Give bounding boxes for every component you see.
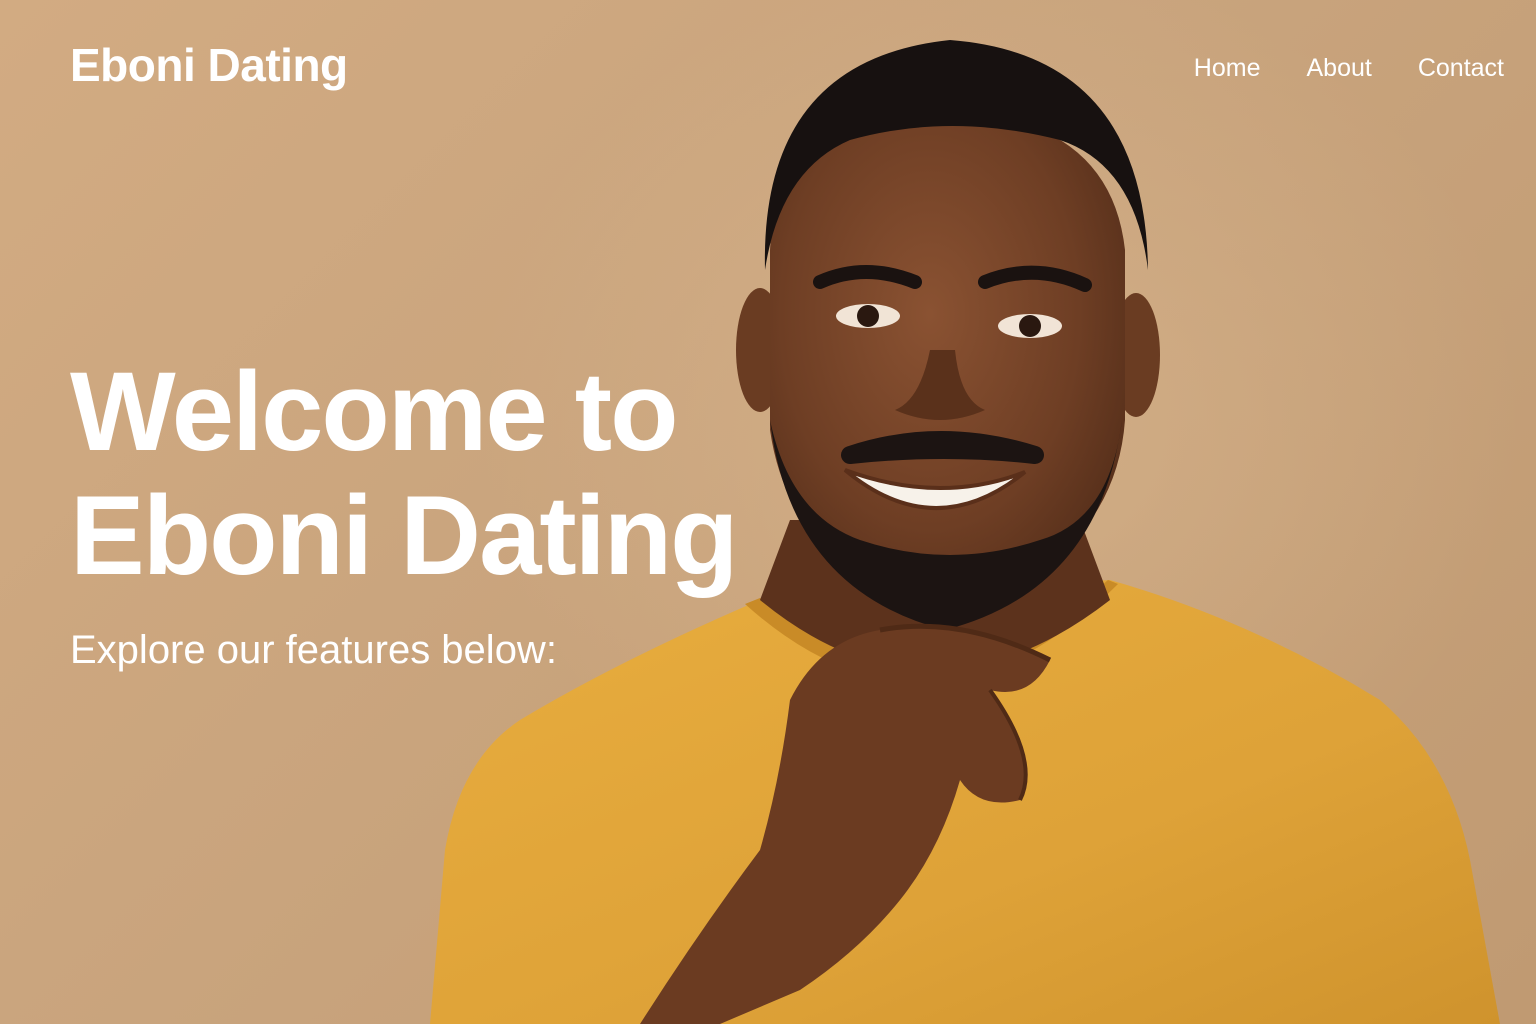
brand-logo[interactable]: Eboni Dating [70, 38, 348, 92]
nav-link-about[interactable]: About [1306, 54, 1371, 83]
nav-link-contact[interactable]: Contact [1418, 54, 1504, 83]
main-nav: Home About Contact [1194, 54, 1504, 83]
hero-headline-line-2: Eboni Dating [70, 473, 739, 598]
hero-headline: Welcome to Eboni Dating [70, 350, 810, 598]
site-header: Eboni Dating Home About Contact [0, 0, 1536, 130]
hero-section: Eboni Dating Home About Contact Welcome … [0, 0, 1536, 1024]
hero-headline-line-1: Welcome to [70, 349, 679, 474]
hero-subtitle: Explore our features below: [70, 628, 557, 672]
nav-link-home[interactable]: Home [1194, 54, 1261, 83]
